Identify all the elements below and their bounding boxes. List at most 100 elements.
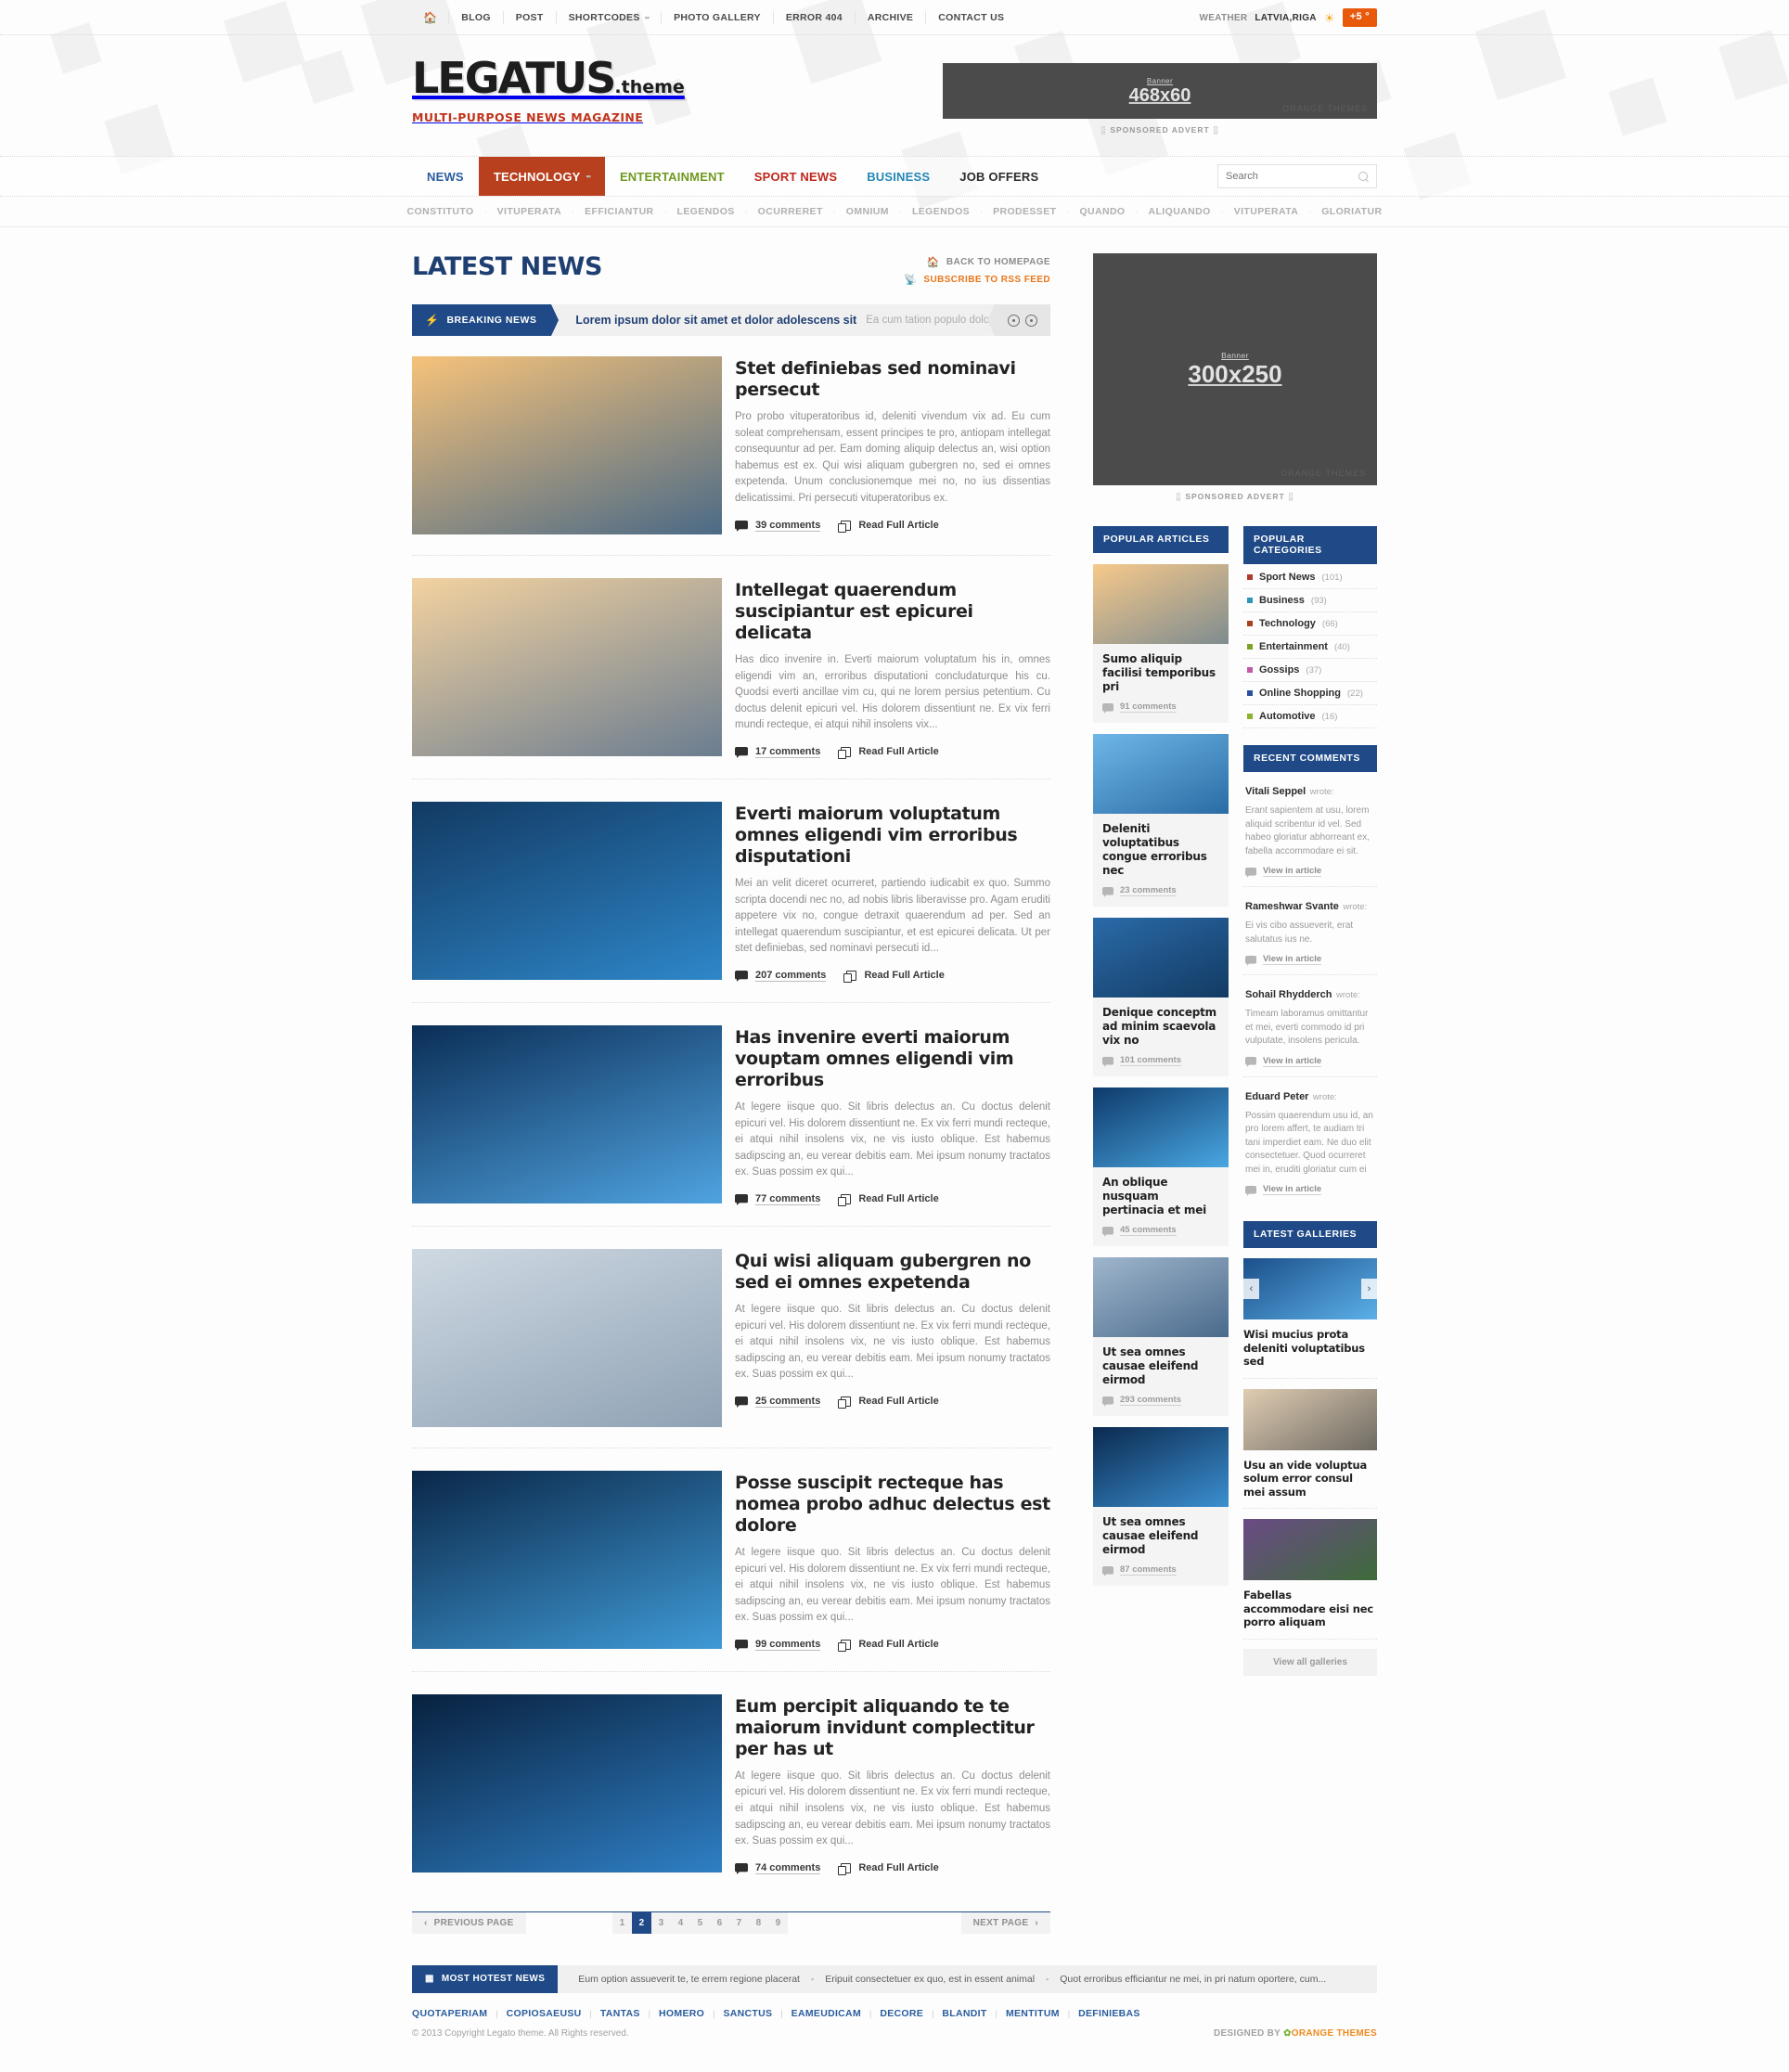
category-link[interactable]: Entertainment — [1259, 641, 1328, 652]
subnav-item-0[interactable]: CONSTITUTO — [397, 206, 484, 217]
nav-item-news[interactable]: NEWS — [412, 157, 479, 196]
search-icon[interactable] — [1358, 171, 1369, 182]
subnav-item-9[interactable]: ALIQUANDO — [1139, 206, 1221, 217]
pagination-page-4[interactable]: 4 — [670, 1911, 690, 1934]
pagination-previous[interactable]: ‹ PREVIOUS PAGE — [412, 1911, 526, 1934]
breaking-news-headline[interactable]: Lorem ipsum dolor sit amet et dolor adol… — [575, 314, 856, 327]
search-input[interactable] — [1226, 171, 1358, 182]
popular-article-comments[interactable]: 23 comments — [1102, 885, 1219, 897]
view-in-article-link[interactable]: View in article — [1245, 1184, 1375, 1196]
read-full-article-link[interactable]: Read Full Article — [838, 520, 939, 533]
read-full-article-link[interactable]: Read Full Article — [843, 970, 945, 983]
popular-article-title[interactable]: Deleniti voluptatibus congue erroribus n… — [1102, 822, 1219, 878]
header-banner[interactable]: Banner 468x60 ORANGE THEMES — [943, 63, 1377, 119]
popular-article-comments[interactable]: 293 comments — [1102, 1395, 1219, 1407]
article-comments-link[interactable]: 17 comments — [735, 746, 821, 759]
footer-link-3[interactable]: HOMERO — [650, 2008, 713, 2019]
footer-link-0[interactable]: QUOTAPERIAM — [412, 2008, 496, 2019]
popular-article-thumbnail[interactable] — [1093, 1257, 1229, 1337]
article-thumbnail[interactable] — [412, 356, 722, 534]
popular-article-thumbnail[interactable] — [1093, 1087, 1229, 1167]
popular-article-thumbnail[interactable] — [1093, 1427, 1229, 1507]
search-box[interactable] — [1217, 164, 1377, 188]
footer-link-5[interactable]: EAMEUDICAM — [783, 2008, 869, 2019]
article-title[interactable]: Posse suscipit recteque has nomea probo … — [735, 1473, 1050, 1537]
pagination-page-5[interactable]: 5 — [689, 1911, 710, 1934]
topnav-item-shortcodes[interactable]: SHORTCODES ▪▪ — [557, 11, 663, 24]
nav-item-entertainment[interactable]: ENTERTAINMENT — [605, 157, 740, 196]
article-comments-link[interactable]: 77 comments — [735, 1193, 821, 1206]
article-comments-link[interactable]: 207 comments — [735, 970, 827, 983]
gallery-thumbnail[interactable] — [1243, 1388, 1377, 1450]
popular-article-title[interactable]: Sumo aliquip facilisi temporibus pri — [1102, 652, 1219, 694]
hotest-news-item[interactable]: Quot erroribus efficiantur ne mei, in pr… — [1060, 1974, 1326, 1985]
read-full-article-link[interactable]: Read Full Article — [838, 1639, 939, 1652]
footer-link-9[interactable]: DEFINIEBAS — [1070, 2008, 1149, 2019]
article-thumbnail[interactable] — [412, 1248, 722, 1427]
read-full-article-link[interactable]: Read Full Article — [838, 1396, 939, 1409]
topnav-item-blog[interactable]: BLOG — [449, 11, 504, 24]
topnav-item-archive[interactable]: ARCHIVE — [856, 11, 927, 24]
article-thumbnail[interactable] — [412, 1024, 722, 1203]
popular-article-title[interactable]: Ut sea omnes causae eleifend eirmod — [1102, 1515, 1219, 1557]
footer-link-8[interactable]: MENTITUM — [997, 2008, 1068, 2019]
pagination-page-2[interactable]: 2 — [631, 1911, 651, 1934]
article-title[interactable]: Eum percipit aliquando te te maiorum inv… — [735, 1696, 1050, 1760]
popular-article-comments[interactable]: 91 comments — [1102, 701, 1219, 714]
category-link[interactable]: Automotive — [1259, 711, 1316, 722]
view-in-article-link[interactable]: View in article — [1245, 866, 1375, 878]
gallery-thumbnail[interactable]: ‹ › — [1243, 1258, 1377, 1319]
back-to-homepage-link[interactable]: 🏠 BACK TO HOMEPAGE — [904, 256, 1050, 268]
popular-article-thumbnail[interactable] — [1093, 564, 1229, 644]
popular-article-comments[interactable]: 45 comments — [1102, 1225, 1219, 1237]
gallery-thumbnail[interactable] — [1243, 1519, 1377, 1580]
article-title[interactable]: Qui wisi aliquam gubergren no sed ei omn… — [735, 1251, 1050, 1293]
article-title[interactable]: Has invenire everti maiorum vouptam omne… — [735, 1027, 1050, 1091]
article-title[interactable]: Intellegat quaerendum suscipiantur est e… — [735, 580, 1050, 644]
article-comments-link[interactable]: 74 comments — [735, 1862, 821, 1875]
pagination-page-8[interactable]: 8 — [748, 1911, 768, 1934]
subnav-item-7[interactable]: PRODESSET — [983, 206, 1066, 217]
nav-item-job-offers[interactable]: JOB OFFERS — [945, 157, 1053, 196]
subnav-item-11[interactable]: GLORIATUR — [1311, 206, 1392, 217]
topnav-item-error-404[interactable]: ERROR 404 — [774, 11, 856, 24]
subnav-item-1[interactable]: VITUPERATA — [487, 206, 573, 217]
gallery-next-button[interactable]: › — [1361, 1279, 1377, 1299]
article-title[interactable]: Stet definiebas sed nominavi persecut — [735, 358, 1050, 401]
article-thumbnail[interactable] — [412, 578, 722, 756]
read-full-article-link[interactable]: Read Full Article — [838, 746, 939, 759]
subnav-item-4[interactable]: OCURRERET — [748, 206, 833, 217]
article-comments-link[interactable]: 99 comments — [735, 1639, 821, 1652]
view-in-article-link[interactable]: View in article — [1245, 1056, 1375, 1067]
read-full-article-link[interactable]: Read Full Article — [838, 1193, 939, 1206]
breaking-prev-button[interactable] — [1008, 314, 1020, 327]
footer-link-4[interactable]: SANCTUS — [714, 2008, 780, 2019]
topnav-home-link[interactable]: 🏠 — [412, 11, 450, 24]
article-thumbnail[interactable] — [412, 801, 722, 980]
gallery-title[interactable]: Wisi mucius prota deleniti voluptatibus … — [1243, 1328, 1377, 1369]
hotest-news-item[interactable]: Eripuit consectetuer ex quo, est in esse… — [825, 1974, 1035, 1985]
breaking-next-button[interactable] — [1025, 314, 1037, 327]
gallery-title[interactable]: Usu an vide voluptua solum error consul … — [1243, 1459, 1377, 1499]
popular-article-thumbnail[interactable] — [1093, 734, 1229, 814]
gallery-title[interactable]: Fabellas accommodare eisi nec porro aliq… — [1243, 1589, 1377, 1629]
category-link[interactable]: Business — [1259, 595, 1305, 606]
footer-link-7[interactable]: BLANDIT — [933, 2008, 995, 2019]
popular-article-title[interactable]: Denique conceptm ad minim scaevola vix n… — [1102, 1006, 1219, 1048]
article-title[interactable]: Everti maiorum voluptatum omnes eligendi… — [735, 804, 1050, 868]
gallery-prev-button[interactable]: ‹ — [1243, 1279, 1259, 1299]
footer-link-6[interactable]: DECORE — [871, 2008, 932, 2019]
pagination-page-6[interactable]: 6 — [709, 1911, 729, 1934]
rss-feed-link[interactable]: 📡 SUBSCRIBE TO RSS FEED — [904, 274, 1050, 286]
footer-link-1[interactable]: COPIOSAEUSU — [498, 2008, 590, 2019]
subnav-item-2[interactable]: EFFICIANTUR — [574, 206, 663, 217]
pagination-page-7[interactable]: 7 — [728, 1911, 749, 1934]
topnav-item-post[interactable]: POST — [504, 11, 557, 24]
popular-article-title[interactable]: An oblique nusquam pertinacia et mei — [1102, 1176, 1219, 1217]
topnav-item-photo-gallery[interactable]: PHOTO GALLERY — [662, 11, 774, 24]
site-logo[interactable]: LEGATUS.theme MULTI-PURPOSE NEWS MAGAZIN… — [412, 57, 685, 124]
hotest-news-item[interactable]: Eum option assueverit te, te errem regio… — [578, 1974, 800, 1985]
topnav-item-contact-us[interactable]: CONTACT US — [926, 11, 1016, 24]
pagination-next[interactable]: NEXT PAGE › — [960, 1911, 1050, 1934]
article-thumbnail[interactable] — [412, 1693, 722, 1873]
